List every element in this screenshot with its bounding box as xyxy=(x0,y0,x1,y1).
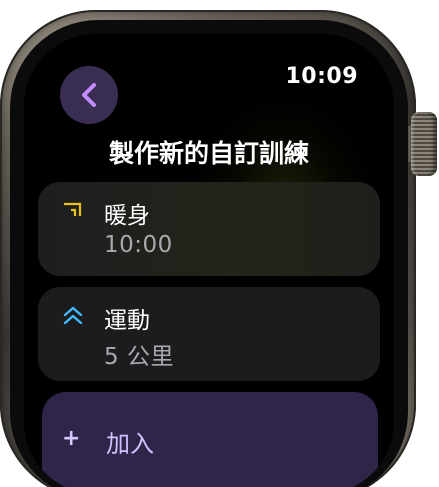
double-chevron-up-icon xyxy=(62,305,84,327)
step-title: 暖身 xyxy=(104,203,150,229)
watch-screen: 10:09 製作新的自訂訓練 暖身 10:00 運動 5 公里 + 加入 xyxy=(24,34,394,487)
add-step-button[interactable]: + 加入 xyxy=(42,392,378,487)
step-card-workout[interactable]: 運動 5 公里 xyxy=(38,287,380,381)
step-value: 10:00 xyxy=(104,232,173,258)
warmup-bracket-icon xyxy=(62,200,84,222)
step-card-warmup[interactable]: 暖身 10:00 xyxy=(38,182,380,276)
plus-icon: + xyxy=(62,426,81,451)
watch-device: 10:09 製作新的自訂訓練 暖身 10:00 運動 5 公里 + 加入 xyxy=(0,0,439,487)
chevron-left-icon xyxy=(80,82,98,108)
page-title: 製作新的自訂訓練 xyxy=(108,139,309,168)
step-value: 5 公里 xyxy=(104,344,174,370)
step-title: 運動 xyxy=(104,308,150,334)
digital-crown[interactable] xyxy=(411,112,437,176)
back-button[interactable] xyxy=(60,66,118,124)
status-time: 10:09 xyxy=(285,64,358,89)
add-step-label: 加入 xyxy=(106,430,154,458)
